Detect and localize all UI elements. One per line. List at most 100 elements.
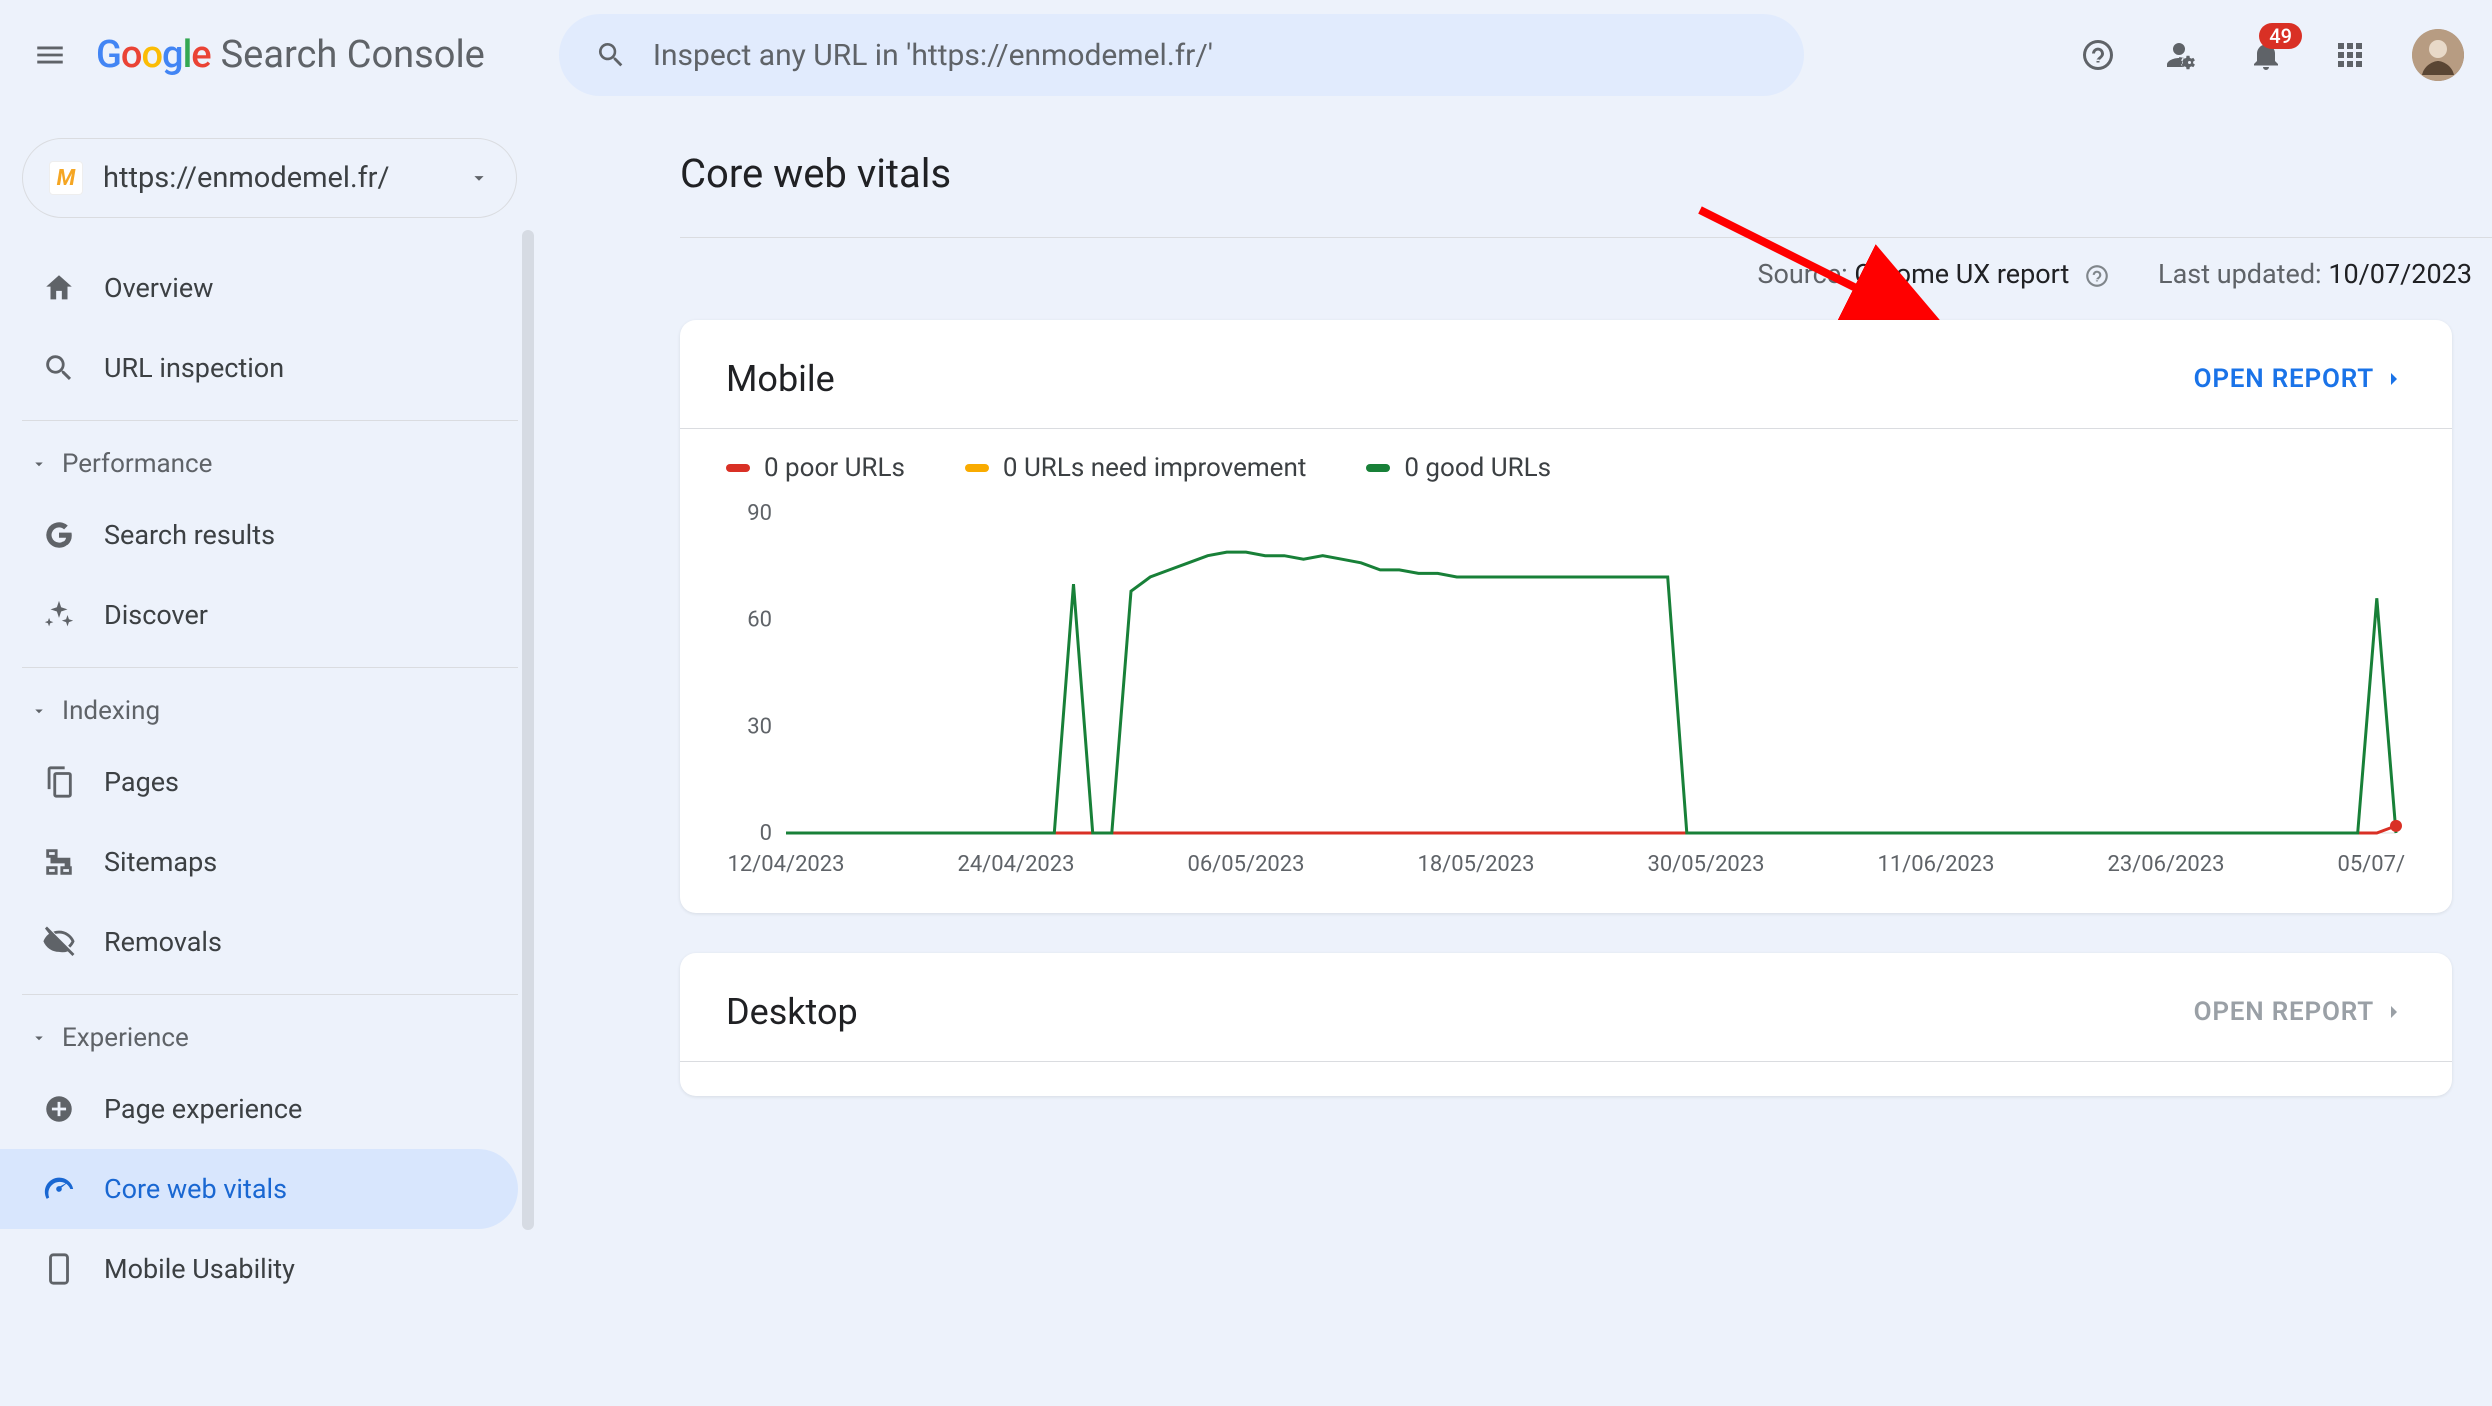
sidebar-item-search-results[interactable]: Search results <box>0 495 518 575</box>
svg-text:24/04/2023: 24/04/2023 <box>957 852 1074 877</box>
mobile-chart: 030609012/04/202324/04/202306/05/202318/… <box>726 503 2406 883</box>
url-inspect-search[interactable] <box>559 14 1804 96</box>
sidebar-item-label: URL inspection <box>104 352 284 384</box>
pages-icon <box>42 765 76 799</box>
svg-text:30/05/2023: 30/05/2023 <box>1647 852 1764 877</box>
legend-label: 0 URLs need improvement <box>1003 453 1306 483</box>
sidebar-item-label: Removals <box>104 926 222 958</box>
help-icon <box>2080 37 2116 73</box>
sidebar-item-discover[interactable]: Discover <box>0 575 518 655</box>
sidebar-item-label: Discover <box>104 599 208 631</box>
meta-row: Source: Chrome UX report Last updated: 1… <box>680 237 2492 320</box>
menu-button[interactable] <box>28 33 72 77</box>
apps-button[interactable] <box>2328 33 2372 77</box>
sidebar-group-performance[interactable]: Performance <box>0 433 540 495</box>
product-suffix: Search Console <box>221 33 485 77</box>
divider <box>22 667 518 668</box>
notification-badge: 49 <box>2259 23 2302 49</box>
caret-down-icon <box>30 702 48 720</box>
source-help[interactable] <box>2084 263 2110 289</box>
sidebar-group-indexing[interactable]: Indexing <box>0 680 540 742</box>
divider <box>22 994 518 995</box>
sidebar-item-sitemaps[interactable]: Sitemaps <box>0 822 518 902</box>
sidebar-scrollbar[interactable] <box>522 230 534 1230</box>
main: Core web vitals Source: Chrome UX report… <box>540 110 2492 1406</box>
legend-label: 0 poor URLs <box>764 453 905 483</box>
svg-text:12/04/2023: 12/04/2023 <box>727 852 844 877</box>
svg-text:11/06/2023: 11/06/2023 <box>1877 852 1994 877</box>
help-button[interactable] <box>2076 33 2120 77</box>
svg-text:05/07/2023: 05/07/2023 <box>2337 852 2406 877</box>
source-value: Chrome UX report <box>1854 258 2069 290</box>
sidebar-item-url-inspection[interactable]: URL inspection <box>0 328 518 408</box>
url-inspect-input[interactable] <box>651 37 1768 74</box>
updated-block: Last updated: 10/07/2023 <box>2158 258 2472 290</box>
sitemap-icon <box>42 845 76 879</box>
updated-value: 10/07/2023 <box>2328 258 2472 290</box>
svg-text:0: 0 <box>760 821 772 846</box>
sidebar-item-label: Overview <box>104 272 213 304</box>
smartphone-icon <box>42 1252 76 1286</box>
card-title: Desktop <box>726 991 858 1033</box>
account-avatar[interactable] <box>2412 29 2464 81</box>
sidebar-item-overview[interactable]: Overview <box>0 248 518 328</box>
svg-text:06/05/2023: 06/05/2023 <box>1187 852 1304 877</box>
apps-grid-icon <box>2332 37 2368 73</box>
sidebar-item-label: Core web vitals <box>104 1173 287 1205</box>
divider <box>680 1061 2452 1062</box>
card-header: Mobile OPEN REPORT <box>726 358 2406 400</box>
property-favicon: M <box>49 161 83 195</box>
divider <box>22 420 518 421</box>
sidebar-item-removals[interactable]: Removals <box>0 902 518 982</box>
sparkle-icon <box>42 598 76 632</box>
group-label: Indexing <box>62 696 160 726</box>
legend-poor[interactable]: 0 poor URLs <box>726 453 905 483</box>
google-g-icon <box>42 518 76 552</box>
svg-text:60: 60 <box>747 608 772 633</box>
caret-down-icon <box>30 1029 48 1047</box>
circle-plus-icon <box>42 1092 76 1126</box>
help-icon <box>2084 263 2110 289</box>
home-icon <box>42 271 76 305</box>
sidebar-item-label: Sitemaps <box>104 846 217 878</box>
user-gear-icon <box>2164 37 2200 73</box>
product-logo[interactable]: Google Search Console <box>96 33 485 77</box>
sidebar-item-pages[interactable]: Pages <box>0 742 518 822</box>
sidebar-item-mobile-usability[interactable]: Mobile Usability <box>0 1229 518 1309</box>
legend-label: 0 good URLs <box>1404 453 1551 483</box>
card-header: Desktop OPEN REPORT <box>726 991 2406 1033</box>
open-report-label: OPEN REPORT <box>2194 997 2374 1027</box>
svg-text:30: 30 <box>747 714 772 739</box>
sidebar-item-page-experience[interactable]: Page experience <box>0 1069 518 1149</box>
speedometer-icon <box>42 1172 76 1206</box>
property-selector[interactable]: M https://enmodemel.fr/ <box>22 138 517 218</box>
group-label: Experience <box>62 1023 189 1053</box>
layout: M https://enmodemel.fr/ Overview URL ins… <box>0 110 2492 1406</box>
search-icon <box>42 351 76 385</box>
sidebar-item-label: Search results <box>104 519 275 551</box>
chevron-right-icon <box>2382 1000 2406 1024</box>
sidebar-item-label: Mobile Usability <box>104 1253 295 1285</box>
users-settings-button[interactable] <box>2160 33 2204 77</box>
group-label: Performance <box>62 449 212 479</box>
source-label: Source: <box>1757 258 1847 290</box>
legend-need-improvement[interactable]: 0 URLs need improvement <box>965 453 1306 483</box>
legend-good[interactable]: 0 good URLs <box>1366 453 1551 483</box>
svg-text:23/06/2023: 23/06/2023 <box>2107 852 2224 877</box>
caret-down-icon <box>468 167 490 189</box>
sidebar-item-label: Pages <box>104 766 179 798</box>
open-report-mobile[interactable]: OPEN REPORT <box>2194 364 2406 394</box>
swatch-ni <box>965 464 989 472</box>
updated-label: Last updated: <box>2158 258 2322 290</box>
open-report-desktop[interactable]: OPEN REPORT <box>2194 997 2406 1027</box>
sidebar-group-experience[interactable]: Experience <box>0 1007 540 1069</box>
sidebar-item-core-web-vitals[interactable]: Core web vitals <box>0 1149 518 1229</box>
top-icons: 49 <box>2076 29 2464 81</box>
search-icon <box>595 39 627 71</box>
card-mobile: Mobile OPEN REPORT 0 poor URLs 0 URLs ne… <box>680 320 2452 913</box>
card-title: Mobile <box>726 358 835 400</box>
sidebar-item-label: Page experience <box>104 1093 302 1125</box>
open-report-label: OPEN REPORT <box>2194 364 2374 394</box>
notifications-button[interactable]: 49 <box>2244 33 2288 77</box>
divider <box>680 428 2452 429</box>
